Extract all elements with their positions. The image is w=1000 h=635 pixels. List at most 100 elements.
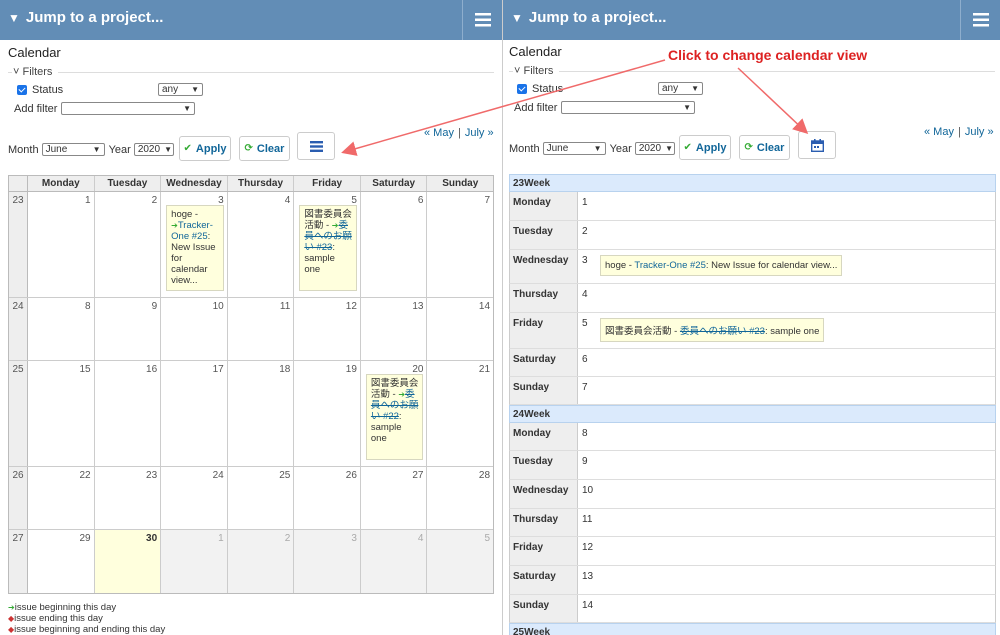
day-cell[interactable]: 10 xyxy=(578,480,995,508)
day-cell[interactable]: 6 xyxy=(361,192,428,297)
legend-item: issue ending this day xyxy=(14,613,103,624)
day-cell[interactable]: 7 xyxy=(427,192,493,297)
page-title: Calendar xyxy=(509,44,562,59)
day-cell[interactable]: 8 xyxy=(578,423,995,450)
day-cell[interactable]: 1 xyxy=(28,192,95,297)
add-filter-select[interactable]: ▼ xyxy=(61,102,195,115)
day-cell[interactable]: 23 xyxy=(95,467,162,529)
day-cell[interactable]: 2 xyxy=(227,530,295,593)
day-cell[interactable]: 5 図書委員会活動 - 委員へのお願い #23: sample one xyxy=(578,313,995,348)
calendar-view-toggle-button[interactable] xyxy=(798,131,836,159)
year-select[interactable]: 2020 ▼ xyxy=(133,143,174,156)
top-bar: ▼ Jump to a project... xyxy=(0,0,502,40)
prev-month-link[interactable]: « May xyxy=(924,126,954,138)
issue-card[interactable]: 図書委員会活動 - ➔委員へのお願い #23: sample one xyxy=(299,205,357,291)
day-cell[interactable]: 24 xyxy=(161,467,228,529)
day-cell[interactable]: 16 xyxy=(95,361,162,466)
filters-legend[interactable]: ˅ Filters xyxy=(514,65,553,77)
calendar-view-toggle-button[interactable] xyxy=(297,132,335,160)
status-checkbox[interactable] xyxy=(17,85,27,95)
day-cell[interactable]: 5 xyxy=(427,530,494,593)
day-cell[interactable]: 28 xyxy=(427,467,493,529)
day-header: Tuesday xyxy=(95,176,162,191)
week-row: 24 8 9 10 11 12 13 14 xyxy=(9,298,493,361)
clear-button[interactable]: ⟳ Clear xyxy=(239,136,290,161)
issue-card[interactable]: hoge - Tracker-One #25: New Issue for ca… xyxy=(600,255,843,276)
day-cell[interactable]: 11 xyxy=(228,298,295,360)
day-cell[interactable]: 14 xyxy=(427,298,493,360)
next-month-link[interactable]: July » xyxy=(965,126,994,138)
apply-button[interactable]: ✔ Apply xyxy=(679,135,731,160)
day-cell[interactable]: 2 xyxy=(95,192,162,297)
day-cell[interactable]: 9 xyxy=(578,451,995,479)
day-cell[interactable]: 4 xyxy=(578,284,995,312)
day-name: Thursday xyxy=(510,284,578,312)
hamburger-menu-button[interactable] xyxy=(960,0,1000,40)
filters-legend[interactable]: ˅ Filters xyxy=(13,66,52,78)
day-cell[interactable]: 26 xyxy=(294,467,361,529)
issue-link[interactable]: 委員へのお願い #23 xyxy=(680,326,765,337)
day-cell[interactable]: 12 xyxy=(578,537,995,565)
issue-card[interactable]: hoge - ➔Tracker-One #25: New Issue for c… xyxy=(166,205,224,291)
issue-card[interactable]: 図書委員会活動 - ➔委員へのお願い #22: sample one xyxy=(365,374,424,460)
day-cell[interactable]: 22 xyxy=(28,467,95,529)
day-cell[interactable]: 29 xyxy=(28,530,95,593)
month-label: Month xyxy=(8,143,39,156)
next-month-link[interactable]: July » xyxy=(465,127,494,139)
jump-to-project[interactable]: ▼ Jump to a project... xyxy=(8,9,163,26)
day-cell[interactable]: 18 xyxy=(228,361,295,466)
week-day-row: Tuesday 9 xyxy=(509,451,996,480)
week-row: 27 29 30 1 2 3 4 5 xyxy=(9,530,494,593)
day-cell[interactable]: 13 xyxy=(578,566,995,594)
jump-to-project[interactable]: ▼ Jump to a project... xyxy=(511,9,666,26)
day-cell[interactable]: 4 xyxy=(360,530,428,593)
day-cell[interactable]: 12 xyxy=(294,298,361,360)
day-cell[interactable]: 19 xyxy=(294,361,361,466)
day-cell[interactable]: 4 xyxy=(228,192,295,297)
status-operator-select[interactable]: any ▼ xyxy=(158,83,203,96)
day-cell[interactable]: 14 xyxy=(578,595,995,622)
issue-card[interactable]: 図書委員会活動 - 委員へのお願い #23: sample one xyxy=(600,318,825,342)
day-cell[interactable]: 8 xyxy=(28,298,95,360)
day-cell[interactable]: 5 図書委員会活動 - ➔委員へのお願い #23: sample one xyxy=(294,192,361,297)
month-select[interactable]: June ▼ xyxy=(41,143,105,156)
today-cell[interactable]: 30 xyxy=(94,530,162,593)
day-cell[interactable]: 3 hoge - ➔Tracker-One #25: New Issue for… xyxy=(161,192,228,297)
year-select[interactable]: 2020 ▼ xyxy=(634,142,675,155)
day-cell[interactable]: 10 xyxy=(161,298,228,360)
day-cell[interactable]: 13 xyxy=(361,298,428,360)
day-cell[interactable]: 6 xyxy=(578,349,995,376)
status-operator-select[interactable]: any ▼ xyxy=(658,82,703,95)
day-cell[interactable]: 3 xyxy=(294,530,361,593)
day-name: Saturday xyxy=(510,566,578,594)
day-cell[interactable]: 25 xyxy=(228,467,295,529)
month-view-panel: ▼ Jump to a project... Calendar ˅ Filters… xyxy=(0,0,503,635)
day-cell[interactable]: 9 xyxy=(95,298,162,360)
prev-month-link[interactable]: « May xyxy=(424,127,454,139)
add-filter-select[interactable]: ▼ xyxy=(561,101,695,114)
day-cell[interactable]: 1 xyxy=(578,192,995,220)
issue-start-icon: ➔ xyxy=(171,221,178,230)
day-cell[interactable]: 27 xyxy=(361,467,428,529)
day-cell[interactable]: 20 図書委員会活動 - ➔委員へのお願い #22: sample one xyxy=(361,361,428,466)
issue-link[interactable]: Tracker-One #25 xyxy=(171,220,213,242)
week-number: 23 xyxy=(9,192,28,297)
day-cell[interactable]: 1 xyxy=(161,530,228,593)
day-cell[interactable]: 2 xyxy=(578,221,995,249)
day-cell[interactable]: 21 xyxy=(427,361,493,466)
clear-button[interactable]: ⟳ Clear xyxy=(739,135,790,160)
status-checkbox[interactable] xyxy=(517,84,527,94)
month-select[interactable]: June ▼ xyxy=(542,142,606,155)
apply-button[interactable]: ✔ Apply xyxy=(179,136,231,161)
day-header: Monday xyxy=(28,176,95,191)
issue-link[interactable]: Tracker-One #25 xyxy=(634,260,705,271)
week-number: 27 xyxy=(9,530,28,593)
day-cell[interactable]: 11 xyxy=(578,509,995,536)
check-icon: ✔ xyxy=(183,143,192,154)
status-filter: Status xyxy=(517,83,563,95)
hamburger-menu-button[interactable] xyxy=(462,0,502,40)
day-cell[interactable]: 17 xyxy=(161,361,228,466)
day-cell[interactable]: 15 xyxy=(28,361,95,466)
day-cell[interactable]: 3 hoge - Tracker-One #25: New Issue for … xyxy=(578,250,995,283)
day-cell[interactable]: 7 xyxy=(578,377,995,404)
